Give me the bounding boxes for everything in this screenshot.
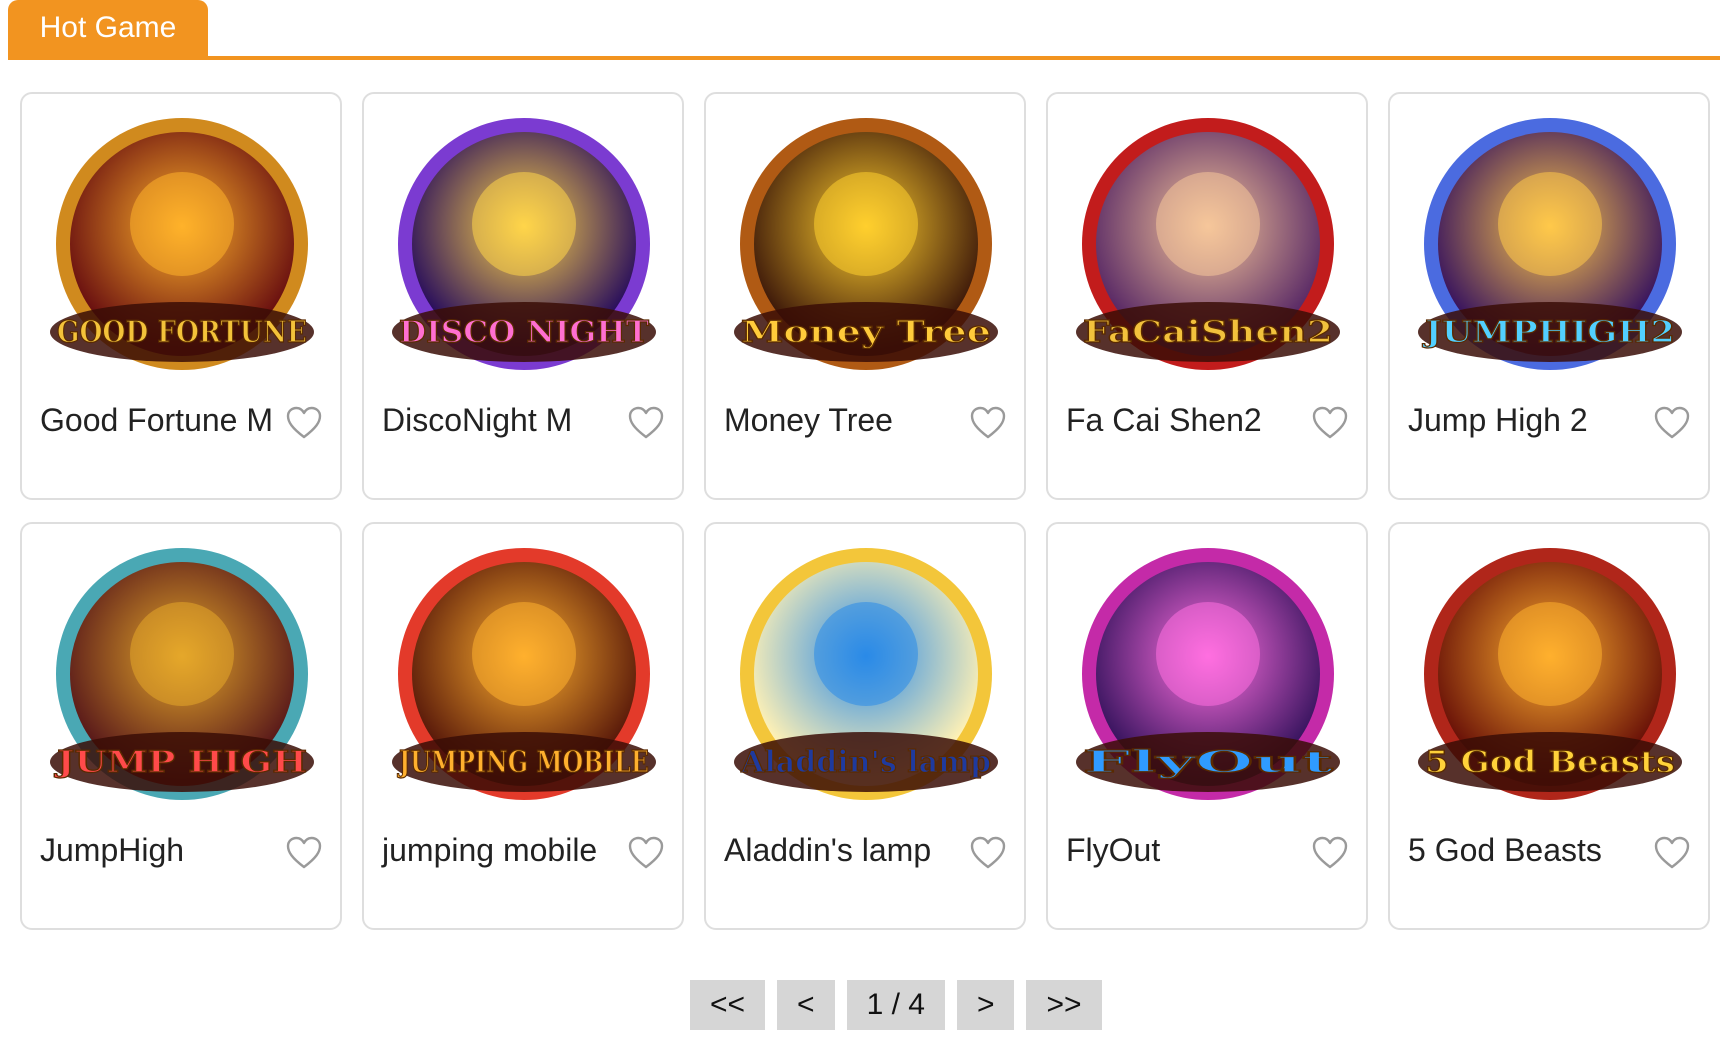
game-title: FlyOut xyxy=(1066,832,1161,868)
favorite-heart-icon[interactable] xyxy=(286,406,322,440)
game-logo-text: JUMPHIGH2 xyxy=(1421,315,1675,350)
last-page-button[interactable]: >> xyxy=(1026,980,1102,1030)
game-card[interactable]: FlyOut FlyOut xyxy=(1046,522,1368,930)
game-logo-text: Aladdin's lamp xyxy=(740,745,991,780)
game-card[interactable]: GOOD FORTUNE Good Fortune M xyxy=(20,92,342,500)
section-tab-bar: Hot Game xyxy=(8,0,1720,60)
next-page-button[interactable]: > xyxy=(956,980,1015,1030)
game-title: DiscoNight M xyxy=(382,402,573,438)
game-logo-text: 5 God Beasts xyxy=(1425,745,1675,780)
first-page-button[interactable]: << xyxy=(690,980,766,1030)
game-logo-text: FaCaiShen2 xyxy=(1083,315,1333,350)
game-grid: GOOD FORTUNE Good Fortune M DISCO NIGHT Dis… xyxy=(20,92,1710,930)
pagination: << < 1 / 4 > >> xyxy=(690,980,1102,1030)
game-title: Fa Cai Shen2 xyxy=(1066,402,1262,438)
favorite-heart-icon[interactable] xyxy=(628,836,664,870)
favorite-heart-icon[interactable] xyxy=(970,406,1006,440)
game-card[interactable]: JUMPHIGH2 Jump High 2 xyxy=(1388,92,1710,500)
favorite-heart-icon[interactable] xyxy=(970,836,1006,870)
favorite-heart-icon[interactable] xyxy=(628,406,664,440)
previous-page-button[interactable]: < xyxy=(777,980,835,1030)
game-card[interactable]: DISCO NIGHT DiscoNight M xyxy=(362,92,684,500)
game-card[interactable]: Money Tree Money Tree xyxy=(704,92,1026,500)
fa-cai-shen-game-icon[interactable]: FaCaiShen2 xyxy=(1068,106,1348,396)
favorite-heart-icon[interactable] xyxy=(1312,406,1348,440)
game-title: JumpHigh xyxy=(40,832,185,868)
hot-game-tab[interactable]: Hot Game xyxy=(8,0,208,58)
jump-high-2-game-icon[interactable]: JUMPHIGH2 xyxy=(1410,106,1690,396)
game-logo-text: DISCO NIGHT xyxy=(399,315,650,350)
game-title: Money Tree xyxy=(724,402,893,438)
jumping-mobile-game-icon[interactable]: JUMPING MOBILE xyxy=(384,536,664,826)
game-logo-text: JUMP HIGH xyxy=(53,745,307,780)
aladdins-lamp-game-icon[interactable]: Aladdin's lamp xyxy=(726,536,1006,826)
good-fortune-game-icon[interactable]: GOOD FORTUNE xyxy=(42,106,322,396)
game-logo-text: FlyOut xyxy=(1083,745,1333,780)
disco-night-game-icon[interactable]: DISCO NIGHT xyxy=(384,106,664,396)
game-card[interactable]: JUMPING MOBILE jumping mobile xyxy=(362,522,684,930)
favorite-heart-icon[interactable] xyxy=(1654,406,1690,440)
page-indicator: 1 / 4 xyxy=(846,980,945,1030)
game-title: Aladdin's lamp xyxy=(724,832,932,868)
game-logo-text: GOOD FORTUNE xyxy=(57,315,307,350)
game-title: jumping mobile xyxy=(382,832,598,868)
game-card[interactable]: Aladdin's lamp Aladdin's lamp xyxy=(704,522,1026,930)
game-logo-text: JUMPING MOBILE xyxy=(397,745,649,780)
game-title: Jump High 2 xyxy=(1408,402,1588,438)
five-god-beasts-game-icon[interactable]: 5 God Beasts xyxy=(1410,536,1690,826)
favorite-heart-icon[interactable] xyxy=(1312,836,1348,870)
jump-high-game-icon[interactable]: JUMP HIGH xyxy=(42,536,322,826)
game-title: 5 God Beasts xyxy=(1408,832,1602,868)
flyout-game-icon[interactable]: FlyOut xyxy=(1068,536,1348,826)
game-card[interactable]: 5 God Beasts 5 God Beasts xyxy=(1388,522,1710,930)
game-title: Good Fortune M xyxy=(40,402,273,438)
game-logo-text: Money Tree xyxy=(741,315,991,350)
money-tree-game-icon[interactable]: Money Tree xyxy=(726,106,1006,396)
game-card[interactable]: FaCaiShen2 Fa Cai Shen2 xyxy=(1046,92,1368,500)
favorite-heart-icon[interactable] xyxy=(1654,836,1690,870)
game-card[interactable]: JUMP HIGH JumpHigh xyxy=(20,522,342,930)
favorite-heart-icon[interactable] xyxy=(286,836,322,870)
